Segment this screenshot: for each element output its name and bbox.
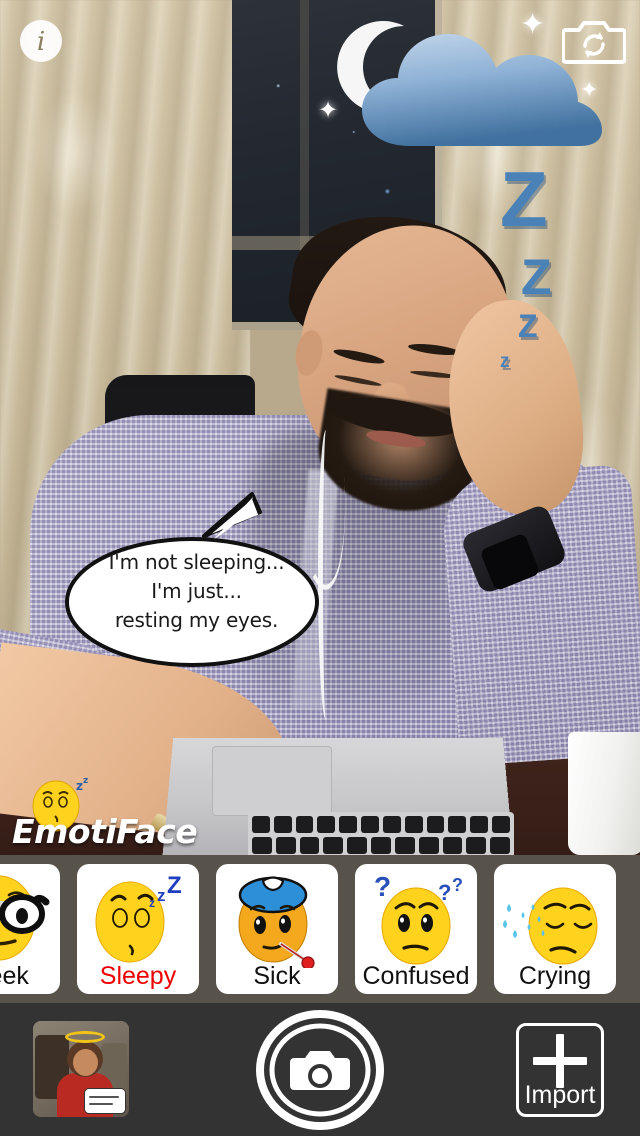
svg-text:z: z [83, 776, 88, 786]
emoji-tile-label-sick: Sick [253, 962, 301, 990]
speech-bubble-line-3: resting my eyes. [114, 608, 279, 632]
photo-preview[interactable]: ✦ ✦ ✦ Z Z Z z I'm not sleeping... I'm ju… [0, 0, 640, 855]
emoji-carousel-track[interactable]: Geek Z z z [0, 864, 616, 994]
flip-camera-icon [561, 21, 627, 64]
photo-laptop-trackpad [212, 746, 332, 816]
speech-bubble-line-2: I'm just... [151, 579, 242, 603]
plus-icon [533, 1034, 587, 1088]
halo-sticker-icon [65, 1031, 105, 1043]
gallery-thumbnail-button[interactable] [33, 1021, 129, 1117]
info-button[interactable]: i [20, 20, 62, 62]
sparkle-icon-2: ✦ [318, 96, 339, 124]
svg-text:z: z [157, 886, 166, 905]
emoji-tile-sick[interactable]: Sick [216, 864, 338, 994]
confused-emoji-icon: ? ? ? [360, 868, 472, 973]
sick-emoji-icon [223, 868, 331, 973]
watermark: z z EmotiFace [8, 776, 198, 851]
zzz-sticker-4[interactable]: z [500, 352, 510, 371]
flip-camera-button[interactable] [561, 16, 627, 66]
svg-text:?: ? [452, 875, 463, 895]
zzz-sticker-3[interactable]: Z [518, 310, 538, 342]
gallery-thumbnail-bubble [84, 1088, 126, 1114]
svg-text:z: z [149, 896, 155, 910]
emoji-carousel[interactable]: Geek Z z z [0, 855, 640, 1003]
emoji-tile-label-confused: Confused [362, 962, 470, 990]
svg-text:z: z [76, 779, 83, 793]
app-root: ✦ ✦ ✦ Z Z Z z I'm not sleeping... I'm ju… [0, 0, 640, 1136]
import-button-label: Import [524, 1081, 596, 1109]
sleepy-emoji-icon: Z z z [84, 868, 192, 973]
speech-bubble-sticker[interactable]: I'm not sleeping... I'm just... resting … [64, 492, 329, 670]
camera-shutter-icon [256, 1010, 384, 1130]
bottom-toolbar: Import [0, 1003, 640, 1136]
emoji-tile-crying[interactable]: Crying [494, 864, 616, 994]
gallery-thumbnail-face [73, 1049, 98, 1076]
emoji-tile-geek[interactable]: Geek [0, 864, 60, 994]
watermark-text: EmotiFace [12, 812, 198, 851]
photo-coffee-mug [568, 732, 640, 855]
svg-text:Z: Z [167, 872, 182, 899]
emoji-tile-sleepy[interactable]: Z z z Sleepy [77, 864, 199, 994]
svg-text:?: ? [438, 880, 451, 905]
shutter-button[interactable] [256, 1010, 384, 1130]
zzz-sticker-2[interactable]: Z [521, 252, 552, 302]
emoji-tile-label-geek: Geek [0, 962, 29, 990]
svg-text:?: ? [374, 871, 391, 902]
emoji-tile-confused[interactable]: ? ? ? Confused [355, 864, 477, 994]
emoji-tile-label-crying: Crying [518, 962, 592, 990]
geek-emoji-icon [0, 868, 51, 973]
import-button[interactable]: Import [516, 1023, 604, 1117]
photo-laptop-keyboard [248, 812, 514, 855]
crying-emoji-icon [499, 868, 611, 973]
speech-bubble-text: I'm not sleeping... I'm just... resting … [64, 548, 329, 635]
emoji-tile-label-sleepy: Sleepy [99, 962, 177, 990]
zzz-sticker-1[interactable]: Z [500, 160, 548, 238]
speech-bubble-line-1: I'm not sleeping... [108, 550, 285, 574]
info-icon: i [36, 27, 46, 57]
